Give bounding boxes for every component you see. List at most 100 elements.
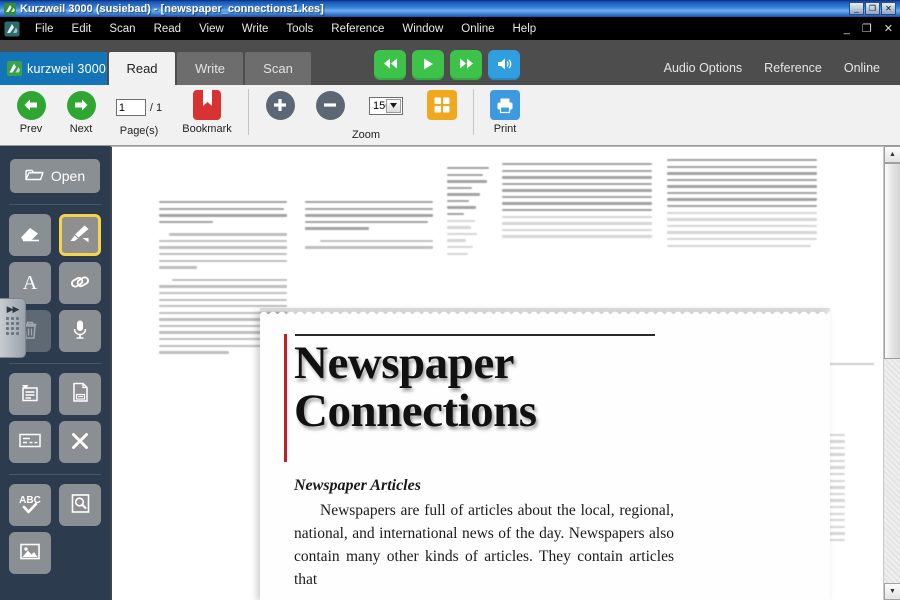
footnote-icon: [18, 432, 42, 452]
document-vertical-scrollbar[interactable]: ▲ ▼: [883, 146, 900, 600]
open-label: Open: [51, 168, 85, 184]
scroll-track[interactable]: [884, 163, 900, 583]
grip-dots: [6, 317, 19, 335]
tab-write[interactable]: Write: [177, 52, 243, 85]
ribbon-tab-strip: kurzweil 3000 Read Write Scan: [0, 40, 900, 85]
minimize-button[interactable]: _: [849, 2, 864, 15]
next-arrow-icon: [64, 90, 98, 120]
section-subheading: Newspaper Articles: [294, 477, 421, 495]
app-document-icon: [4, 21, 20, 37]
reference-tools-group: ABC: [9, 484, 101, 574]
page-header-rule: [295, 334, 655, 336]
close-note-tool-button[interactable]: [59, 421, 101, 463]
menu-item-tools[interactable]: Tools: [277, 20, 322, 38]
scroll-down-button[interactable]: ▼: [884, 583, 900, 600]
document-viewport[interactable]: NION grasp printe: [110, 146, 900, 600]
menu-item-edit[interactable]: Edit: [63, 20, 101, 38]
speaker-icon: [496, 57, 513, 74]
zoom-group-label: Zoom: [255, 129, 477, 141]
zoom-level-select[interactable]: 150%: [355, 85, 417, 120]
sticky-note-tool-button[interactable]: [9, 373, 51, 415]
text-a-icon: A: [19, 272, 41, 295]
scroll-thumb[interactable]: [884, 163, 900, 359]
chevron-down-icon[interactable]: [386, 99, 401, 113]
zoom-out-button[interactable]: [305, 85, 355, 120]
audio-button[interactable]: [488, 50, 520, 80]
bookmark-icon: [190, 90, 224, 120]
expand-chevrons-icon: ▶▶: [7, 305, 19, 313]
menu-item-window[interactable]: Window: [393, 20, 452, 38]
mdi-close-button[interactable]: ✕: [884, 24, 893, 34]
bookmark-button[interactable]: Bookmark: [172, 85, 242, 135]
menu-item-file[interactable]: File: [26, 20, 63, 38]
page-title-line-1: Newspaper: [294, 340, 514, 387]
printer-icon: [488, 90, 522, 120]
tab-scan[interactable]: Scan: [245, 52, 311, 85]
document-page[interactable]: Newspaper Connections Newspaper Articles…: [260, 314, 830, 600]
sidebar-expand-handle[interactable]: ▶▶: [0, 298, 26, 358]
menu-item-scan[interactable]: Scan: [100, 20, 144, 38]
zoom-in-button[interactable]: [255, 85, 305, 120]
sticky-note-icon: [19, 383, 41, 406]
menu-item-reference[interactable]: Reference: [322, 20, 393, 38]
menu-item-online[interactable]: Online: [452, 20, 503, 38]
playback-controls: [374, 50, 520, 80]
minus-icon: [313, 90, 347, 120]
close-button[interactable]: ✕: [881, 2, 896, 15]
tab-read-label: Read: [126, 61, 157, 76]
abc-check-icon: ABC: [17, 493, 43, 518]
audio-options-link[interactable]: Audio Options: [664, 61, 743, 75]
hyperlink-tool-button[interactable]: [59, 262, 101, 304]
highlighter-tool-button[interactable]: [59, 214, 101, 256]
page-number-group: / 1 Page(s): [106, 85, 172, 137]
menu-item-read[interactable]: Read: [145, 20, 191, 38]
open-folder-icon: [25, 167, 44, 185]
online-link[interactable]: Online: [844, 61, 880, 75]
tab-write-label: Write: [195, 61, 225, 76]
next-page-button[interactable]: Next: [56, 85, 106, 135]
page-title-line-2: Connections: [294, 388, 537, 435]
voice-note-tool-button[interactable]: [59, 310, 101, 352]
tab-scan-label: Scan: [263, 61, 293, 76]
text-note-page-tool-button[interactable]: [59, 373, 101, 415]
tools-sidebar: Open: [0, 146, 110, 600]
image-tool-button[interactable]: [9, 532, 51, 574]
eraser-tool-button[interactable]: [9, 214, 51, 256]
zoom-group: 150%: [255, 85, 467, 146]
spell-check-tool-button[interactable]: ABC: [9, 484, 51, 526]
page-number-input[interactable]: [116, 99, 146, 116]
tab-read[interactable]: Read: [109, 52, 175, 85]
footnote-tool-button[interactable]: [9, 421, 51, 463]
scroll-up-button[interactable]: ▲: [884, 146, 900, 163]
restore-button[interactable]: ❐: [865, 2, 880, 15]
fast-forward-icon: [458, 57, 475, 73]
svg-text:ABC: ABC: [19, 495, 41, 506]
x-close-icon: [70, 431, 90, 454]
fast-forward-button[interactable]: [450, 50, 482, 80]
play-button[interactable]: [412, 50, 444, 80]
ribbon-toolbar: Prev Next / 1 Page(s): [0, 85, 900, 146]
zoom-combobox[interactable]: 150%: [369, 97, 403, 115]
print-label: Print: [494, 123, 517, 135]
thumbnails-button[interactable]: [417, 85, 467, 120]
mdi-minimize-button[interactable]: _: [844, 24, 850, 34]
document-note-icon: [71, 382, 90, 406]
plus-icon: [263, 90, 297, 120]
menu-item-write[interactable]: Write: [233, 20, 278, 38]
menu-item-view[interactable]: View: [190, 20, 233, 38]
menu-item-help[interactable]: Help: [504, 20, 546, 38]
reference-link[interactable]: Reference: [764, 61, 822, 75]
print-button[interactable]: Print: [480, 85, 530, 135]
mdi-window-controls: _ ❐ ✕: [844, 24, 900, 34]
rewind-icon: [382, 57, 399, 73]
scroll-down-arrow-icon: ▼: [889, 588, 896, 595]
rewind-button[interactable]: [374, 50, 406, 80]
prev-page-button[interactable]: Prev: [6, 85, 56, 135]
play-icon: [421, 57, 435, 74]
page-total-label: / 1: [150, 102, 162, 114]
dictionary-lookup-tool-button[interactable]: [59, 484, 101, 526]
next-label: Next: [70, 123, 93, 135]
mdi-restore-button[interactable]: ❐: [862, 24, 872, 34]
kurzweil-window: Kurzweil 3000 (susiebad) - [newspaper_co…: [0, 0, 900, 600]
open-button[interactable]: Open: [10, 159, 100, 193]
